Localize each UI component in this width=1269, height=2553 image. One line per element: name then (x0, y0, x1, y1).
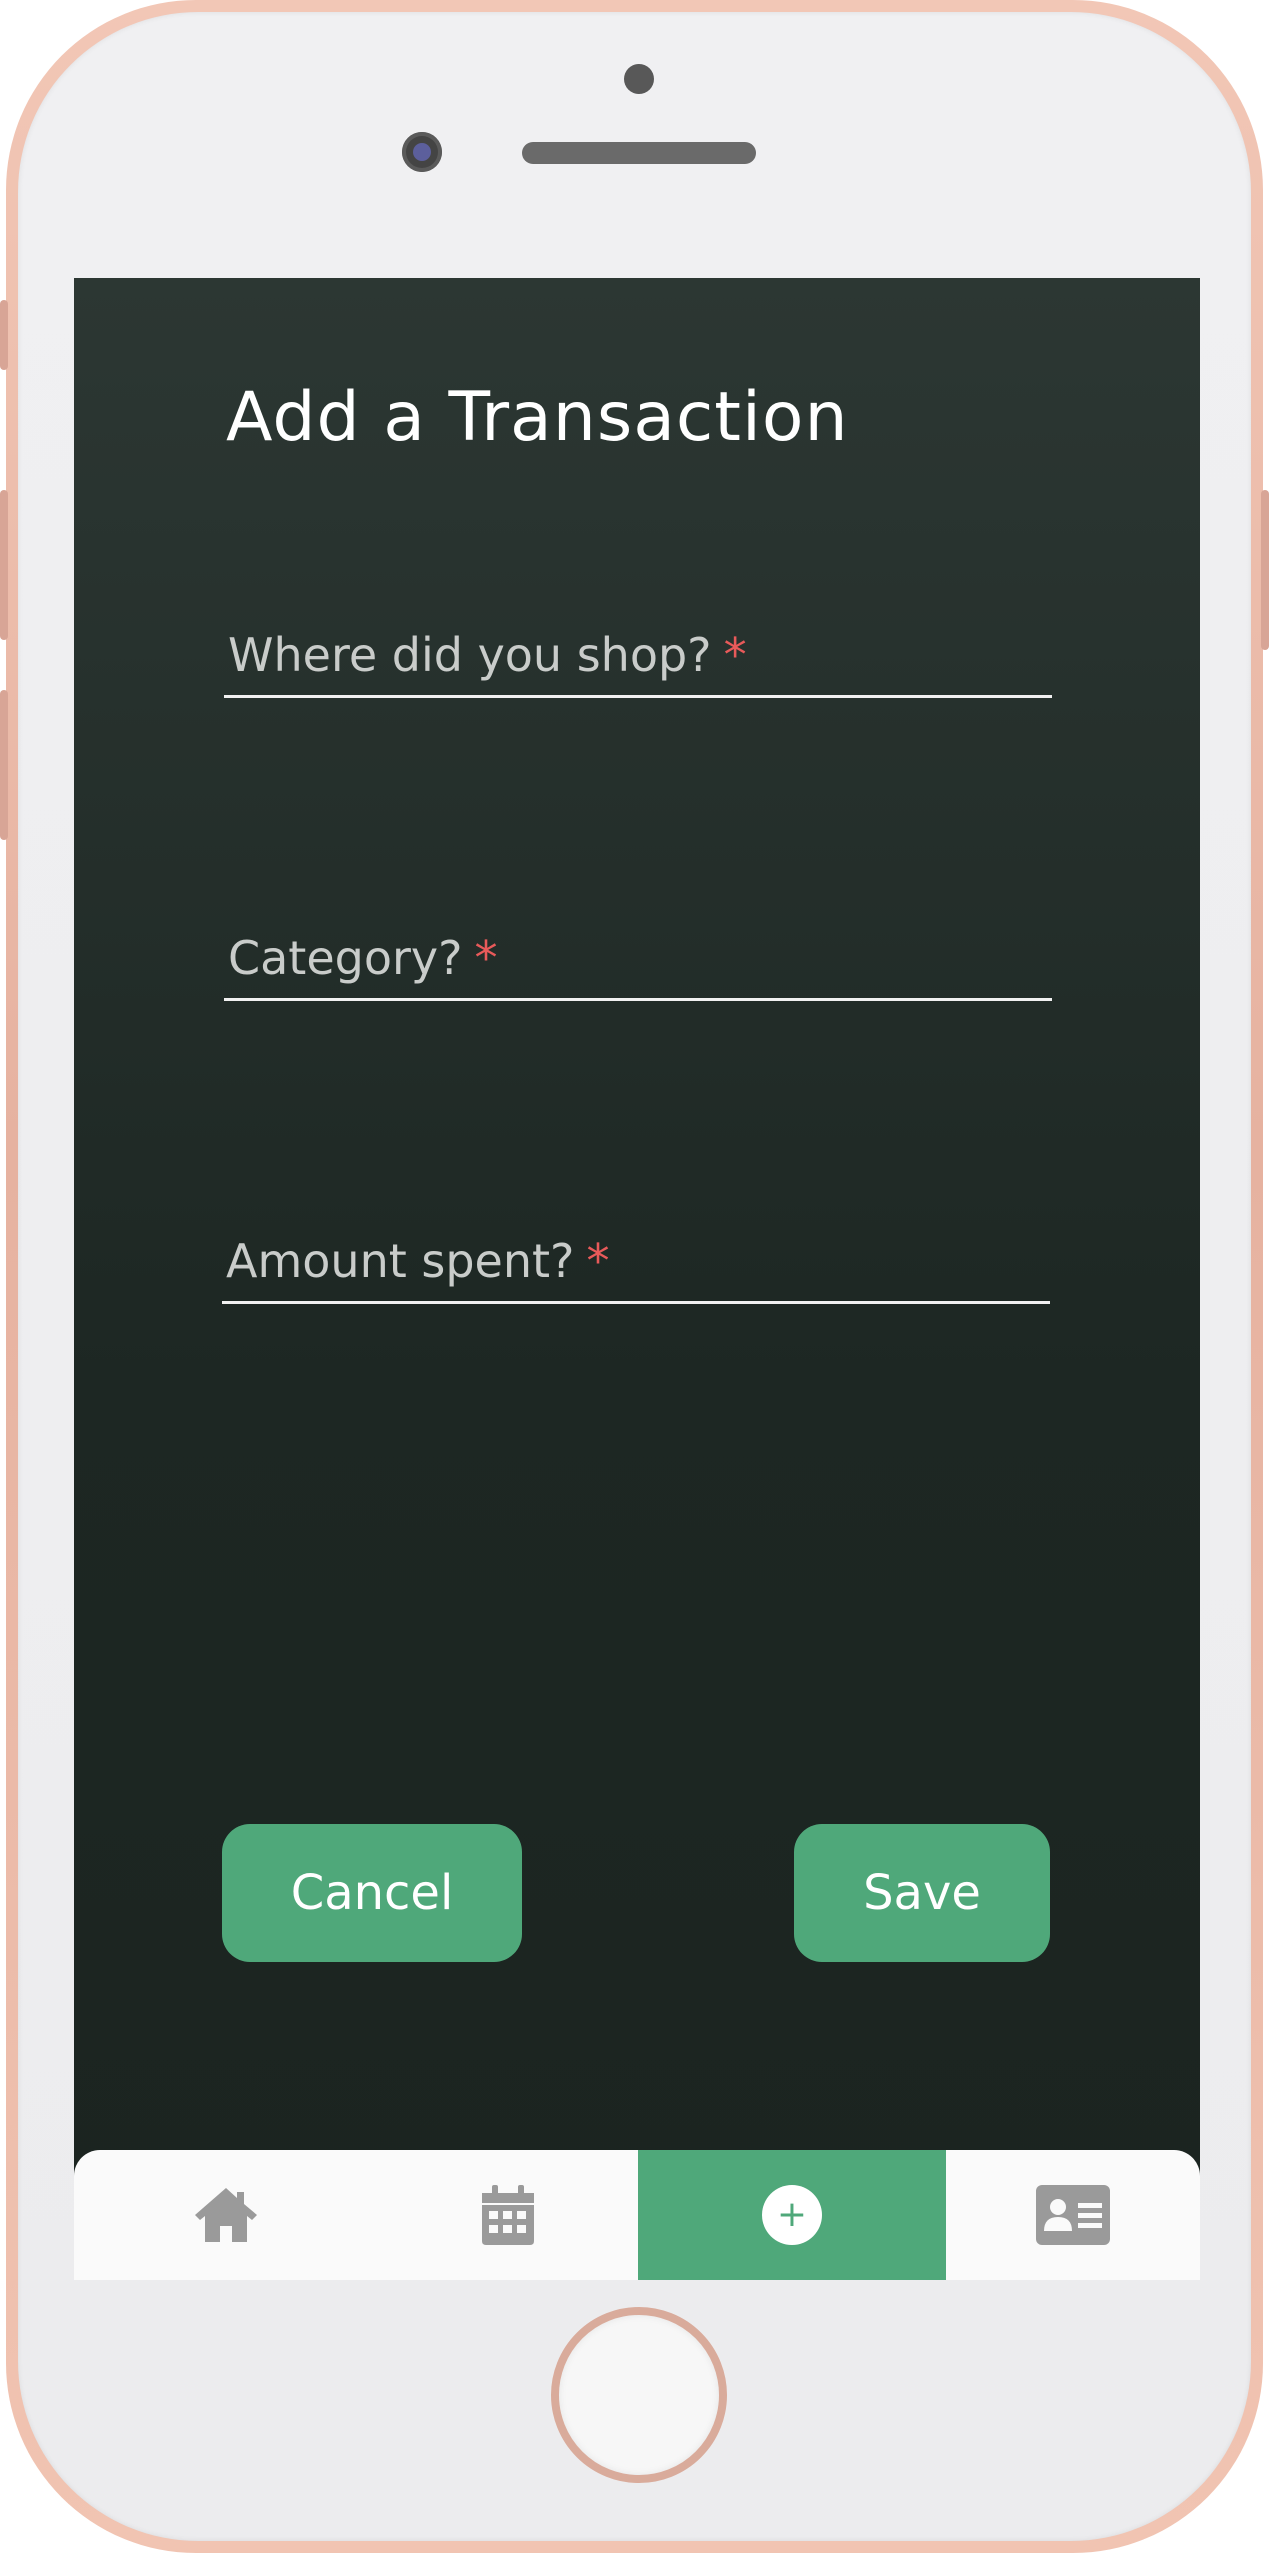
home-icon (195, 2188, 257, 2242)
volume-down-button (0, 690, 8, 840)
category-field-underline (224, 998, 1052, 1001)
phone-frame: Add a Transaction Where did you shop? * C… (0, 0, 1269, 2553)
shop-field-label: Where did you shop? * (228, 628, 747, 682)
calendar-icon (482, 2185, 534, 2245)
tab-calendar[interactable] (378, 2150, 638, 2280)
category-field[interactable]: Category? * (224, 901, 1052, 1001)
tab-profile[interactable] (946, 2150, 1200, 2280)
volume-up-button (0, 490, 8, 640)
required-asterisk: * (723, 628, 747, 682)
earpiece-speaker (522, 142, 756, 164)
shop-field[interactable]: Where did you shop? * (224, 598, 1052, 698)
category-field-label: Category? * (228, 931, 498, 985)
required-asterisk: * (474, 931, 498, 985)
power-button (1261, 490, 1269, 650)
page-title: Add a Transaction (226, 378, 849, 457)
save-button[interactable]: Save (794, 1824, 1050, 1962)
app-screen: Add a Transaction Where did you shop? * C… (74, 278, 1200, 2280)
home-button (551, 2307, 727, 2483)
cancel-button[interactable]: Cancel (222, 1824, 522, 1962)
tab-add-transaction[interactable]: + (638, 2150, 946, 2280)
front-camera (402, 132, 442, 172)
bottom-tab-bar: + (74, 2150, 1200, 2280)
proximity-sensor (624, 64, 654, 94)
mute-switch (0, 300, 8, 370)
amount-field[interactable]: Amount spent? * (222, 1204, 1050, 1304)
required-asterisk: * (586, 1234, 610, 1288)
tab-home[interactable] (74, 2150, 378, 2280)
amount-field-underline (222, 1301, 1050, 1304)
plus-icon: + (762, 2185, 822, 2245)
shop-field-underline (224, 695, 1052, 698)
amount-field-label: Amount spent? * (226, 1234, 610, 1288)
contact-card-icon (1036, 2185, 1110, 2245)
